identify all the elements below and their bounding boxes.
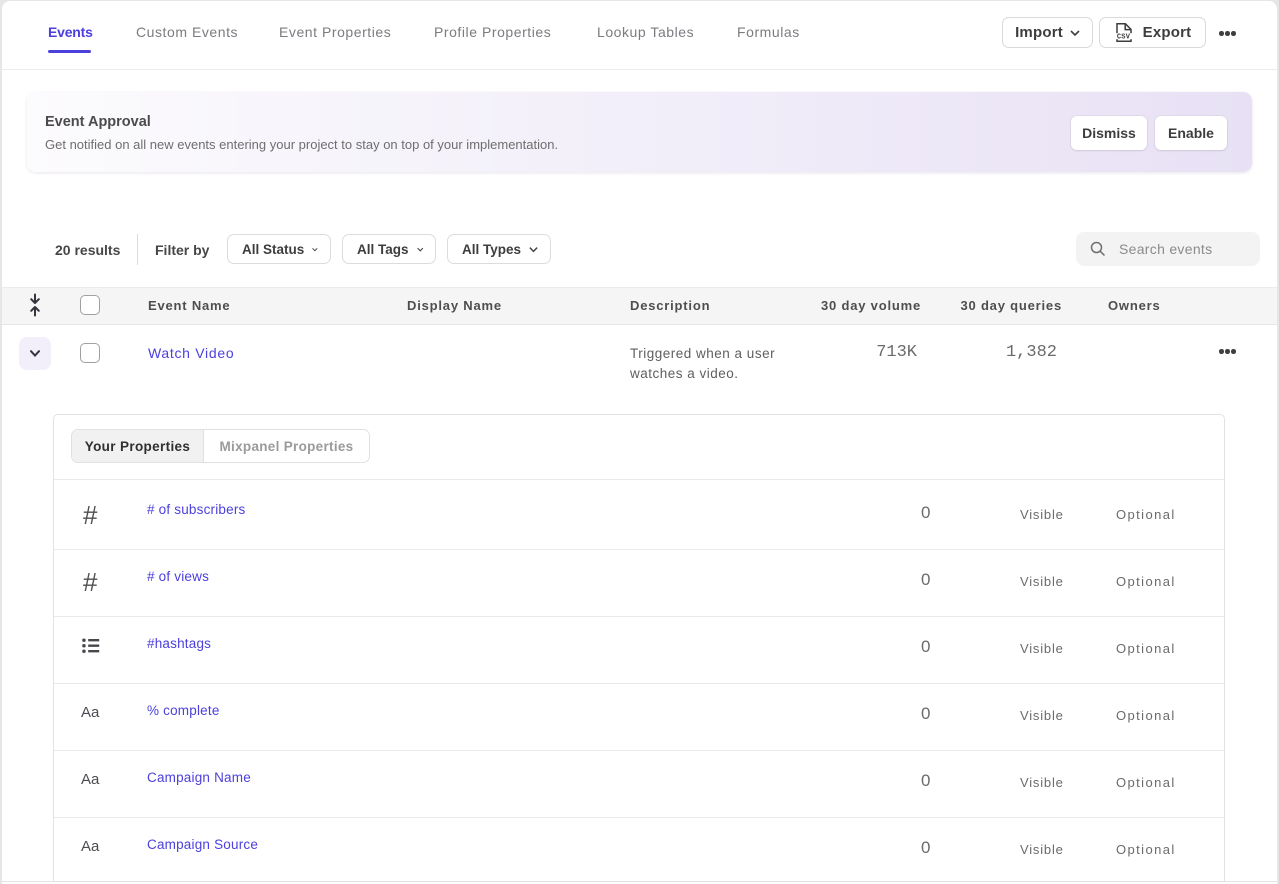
svg-text:CSV: CSV: [1117, 34, 1131, 42]
